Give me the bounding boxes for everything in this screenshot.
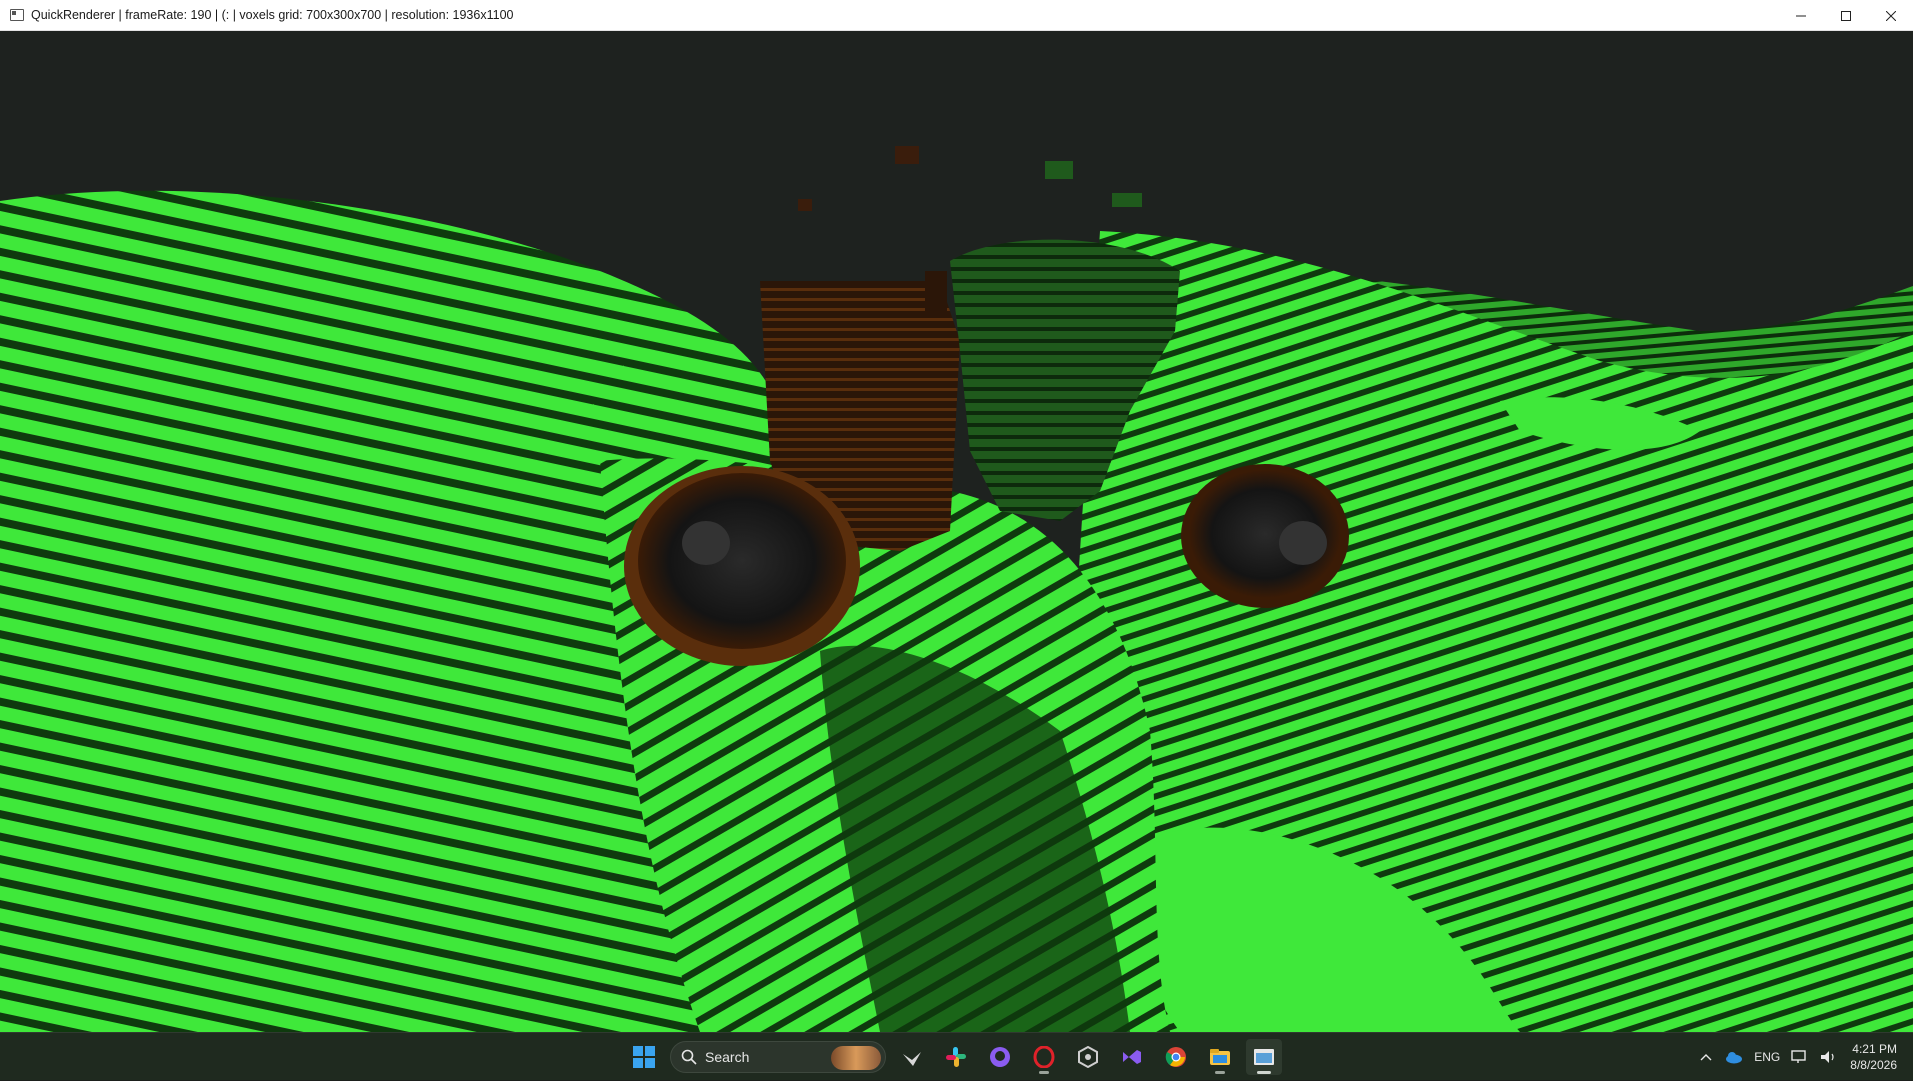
taskbar: Search ENG 4:21 PM 8/8/2026 bbox=[0, 1032, 1913, 1080]
search-label: Search bbox=[705, 1049, 750, 1065]
taskbar-opera[interactable] bbox=[1026, 1039, 1062, 1075]
start-button[interactable] bbox=[626, 1039, 662, 1075]
slack-icon bbox=[946, 1047, 966, 1067]
taskbar-slack[interactable] bbox=[938, 1039, 974, 1075]
tray-onedrive[interactable] bbox=[1720, 1041, 1748, 1073]
running-indicator bbox=[1215, 1071, 1225, 1074]
tray-volume[interactable] bbox=[1814, 1041, 1842, 1073]
taskbar-unity[interactable] bbox=[1070, 1039, 1106, 1075]
minimize-button[interactable] bbox=[1778, 0, 1823, 31]
taskbar-copilot[interactable] bbox=[894, 1039, 930, 1075]
taskbar-apps: Search bbox=[626, 1033, 1282, 1081]
search-highlight-image bbox=[831, 1046, 881, 1070]
search-icon bbox=[681, 1049, 697, 1065]
github-icon bbox=[990, 1047, 1010, 1067]
opera-icon bbox=[1033, 1046, 1055, 1068]
visual-studio-icon bbox=[1123, 1050, 1141, 1064]
clock-date: 8/8/2026 bbox=[1850, 1058, 1897, 1072]
taskbar-github[interactable] bbox=[982, 1039, 1018, 1075]
close-button[interactable] bbox=[1868, 0, 1913, 31]
taskbar-chrome[interactable] bbox=[1158, 1039, 1194, 1075]
window-titlebar[interactable]: QuickRenderer | frameRate: 190 | (: | vo… bbox=[0, 0, 1913, 31]
chrome-icon bbox=[1165, 1047, 1186, 1067]
volume-icon bbox=[1821, 1051, 1834, 1063]
taskbar-quickrenderer[interactable] bbox=[1246, 1039, 1282, 1075]
close-icon bbox=[1885, 10, 1896, 21]
system-tray: ENG 4:21 PM 8/8/2026 bbox=[1692, 1033, 1913, 1081]
file-explorer-icon bbox=[1210, 1049, 1230, 1065]
active-indicator bbox=[1257, 1071, 1271, 1074]
voxel-scene bbox=[0, 31, 1913, 1032]
tray-overflow-button[interactable] bbox=[1692, 1041, 1720, 1073]
taskbar-file-explorer[interactable] bbox=[1202, 1039, 1238, 1075]
network-icon bbox=[1791, 1050, 1806, 1063]
chevron-up-icon bbox=[1700, 1054, 1712, 1061]
quickrenderer-icon bbox=[1254, 1049, 1274, 1065]
language-indicator[interactable]: ENG bbox=[1754, 1050, 1780, 1064]
windows-start-icon bbox=[633, 1046, 655, 1068]
clock-time: 4:21 PM bbox=[1852, 1042, 1897, 1056]
window-controls bbox=[1778, 0, 1913, 31]
tray-clock[interactable]: 4:21 PM 8/8/2026 bbox=[1850, 1041, 1897, 1073]
taskbar-search[interactable]: Search bbox=[670, 1041, 886, 1073]
app-window-icon bbox=[10, 9, 24, 21]
minimize-icon bbox=[1795, 15, 1806, 16]
window-title: QuickRenderer | frameRate: 190 | (: | vo… bbox=[31, 8, 514, 22]
maximize-button[interactable] bbox=[1823, 0, 1868, 31]
taskbar-visual-studio[interactable] bbox=[1114, 1039, 1150, 1075]
tray-network[interactable] bbox=[1786, 1041, 1814, 1073]
maximize-icon bbox=[1840, 10, 1851, 21]
render-viewport[interactable] bbox=[0, 31, 1913, 1032]
copilot-icon bbox=[903, 1052, 921, 1066]
running-indicator bbox=[1039, 1071, 1049, 1074]
cloud-icon bbox=[1726, 1052, 1743, 1064]
unity-icon bbox=[1078, 1046, 1098, 1068]
